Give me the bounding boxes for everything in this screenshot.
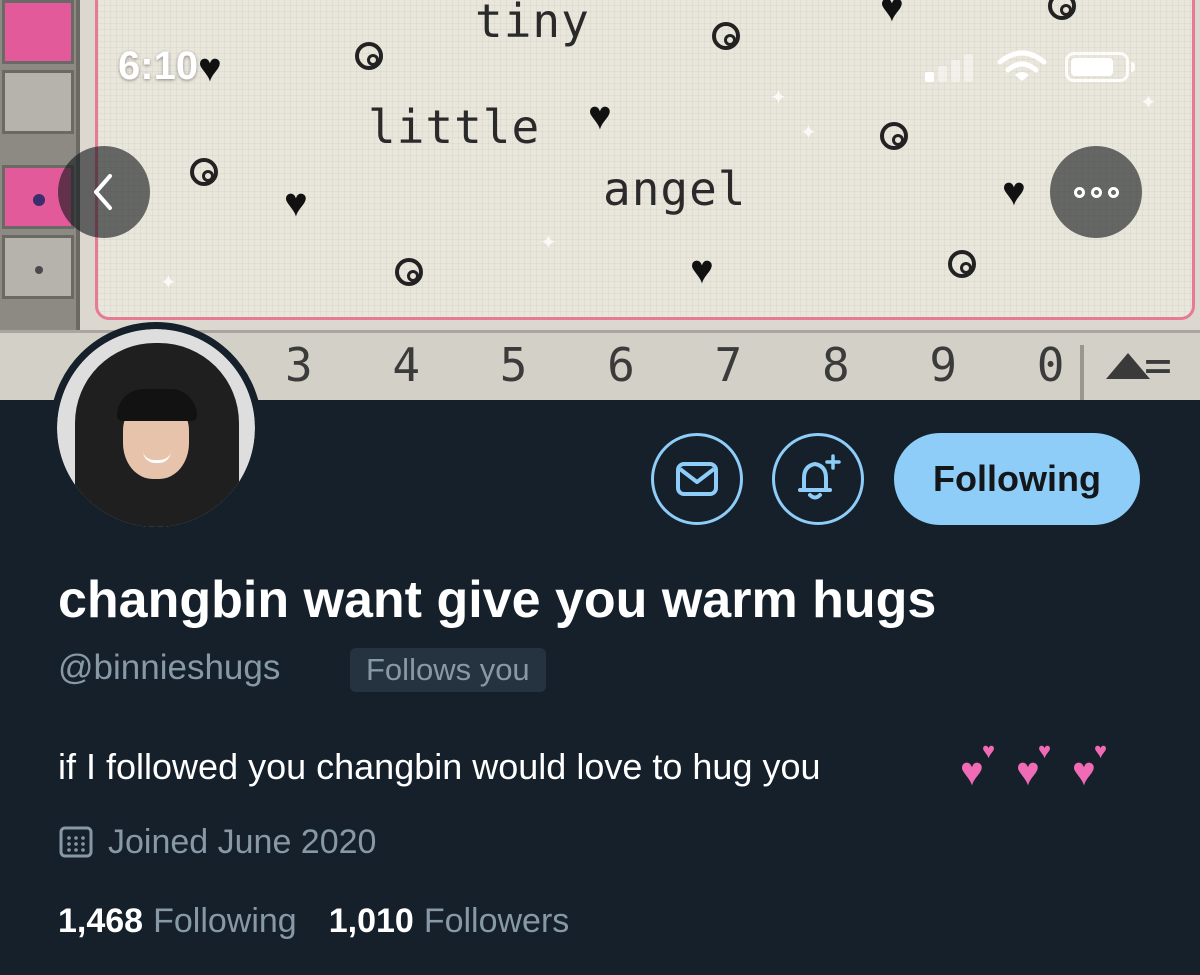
pixel-swirl-icon <box>190 158 218 186</box>
pixel-word-little: little <box>368 100 541 154</box>
envelope-icon <box>676 462 718 496</box>
following-label: Following <box>153 902 297 940</box>
bio-emoji-group: ♥ ♥ ♥ ♥ ♥ ♥ <box>960 738 1112 794</box>
cellular-signal-icon <box>925 50 985 82</box>
profile-avatar[interactable] <box>50 322 262 534</box>
followers-label: Followers <box>423 902 570 940</box>
two-hearts-icon: ♥ ♥ <box>960 738 996 794</box>
pixel-swirl-icon <box>355 42 383 70</box>
keyboard-digits: 3 4 5 6 7 8 9 0 = <box>285 338 1198 392</box>
following-stat[interactable]: 1,468 Following <box>58 902 297 941</box>
pixel-swirl-icon <box>880 122 908 150</box>
battery-icon <box>1065 52 1135 82</box>
followers-stat[interactable]: 1,010 Followers <box>329 902 570 941</box>
two-hearts-icon: ♥ ♥ <box>1016 738 1052 794</box>
notifications-button[interactable] <box>772 433 864 525</box>
avatar-photo <box>57 329 255 527</box>
up-arrow-key-icon <box>1080 345 1160 400</box>
pixel-word-angel: angel <box>603 162 747 216</box>
sparkle-icon: ✦ <box>540 232 557 254</box>
following-count: 1,468 <box>58 902 144 940</box>
back-button[interactable] <box>58 146 150 238</box>
pixel-swirl-icon <box>948 250 976 278</box>
profile-display-name: changbin want give you warm hugs <box>58 571 937 629</box>
profile-bio: if I followed you changbin would love to… <box>58 746 821 787</box>
status-time: 6:10 <box>118 44 199 88</box>
sparkle-icon: ✦ <box>770 87 787 109</box>
chevron-left-icon <box>94 174 112 210</box>
message-button[interactable] <box>651 433 743 525</box>
follows-you-badge: Follows you <box>350 648 546 692</box>
pixel-heart-icon: ♥ <box>1002 170 1026 214</box>
sparkle-icon: ✦ <box>800 122 817 144</box>
joined-date: Joined June 2020 <box>108 822 377 861</box>
calendar-icon <box>59 826 93 858</box>
pencil-tool <box>2 0 74 64</box>
pixel-heart-icon: ♥ <box>880 0 904 30</box>
sparkle-icon: ✦ <box>1140 92 1157 114</box>
pixel-swirl-icon <box>712 22 740 50</box>
sparkle-icon: ✦ <box>160 272 177 294</box>
pixel-swirl-icon <box>395 258 423 286</box>
more-dots-icon <box>1073 186 1119 198</box>
wifi-icon <box>997 50 1047 81</box>
two-hearts-icon: ♥ ♥ <box>1072 738 1108 794</box>
pixel-word-tiny: tiny <box>475 0 590 48</box>
pixel-heart-icon: ♥ <box>690 248 714 292</box>
more-options-button[interactable] <box>1050 146 1142 238</box>
followers-count: 1,010 <box>328 902 414 940</box>
profile-stats: 1,468 Following 1,010 Followers <box>58 902 601 941</box>
joined-date-row: Joined June 2020 <box>58 820 376 864</box>
bell-plus-icon <box>798 454 841 500</box>
pixel-art-panel <box>95 0 1195 320</box>
pixel-heart-icon: ♥ <box>284 181 308 225</box>
profile-handle: @binnieshugs <box>58 648 281 687</box>
following-button[interactable]: Following <box>894 433 1140 525</box>
pixel-heart-icon: ♥ <box>588 94 612 138</box>
pixel-heart-icon: ♥ <box>198 46 222 90</box>
eraser-tool <box>2 70 74 134</box>
dot-tool <box>2 235 74 299</box>
